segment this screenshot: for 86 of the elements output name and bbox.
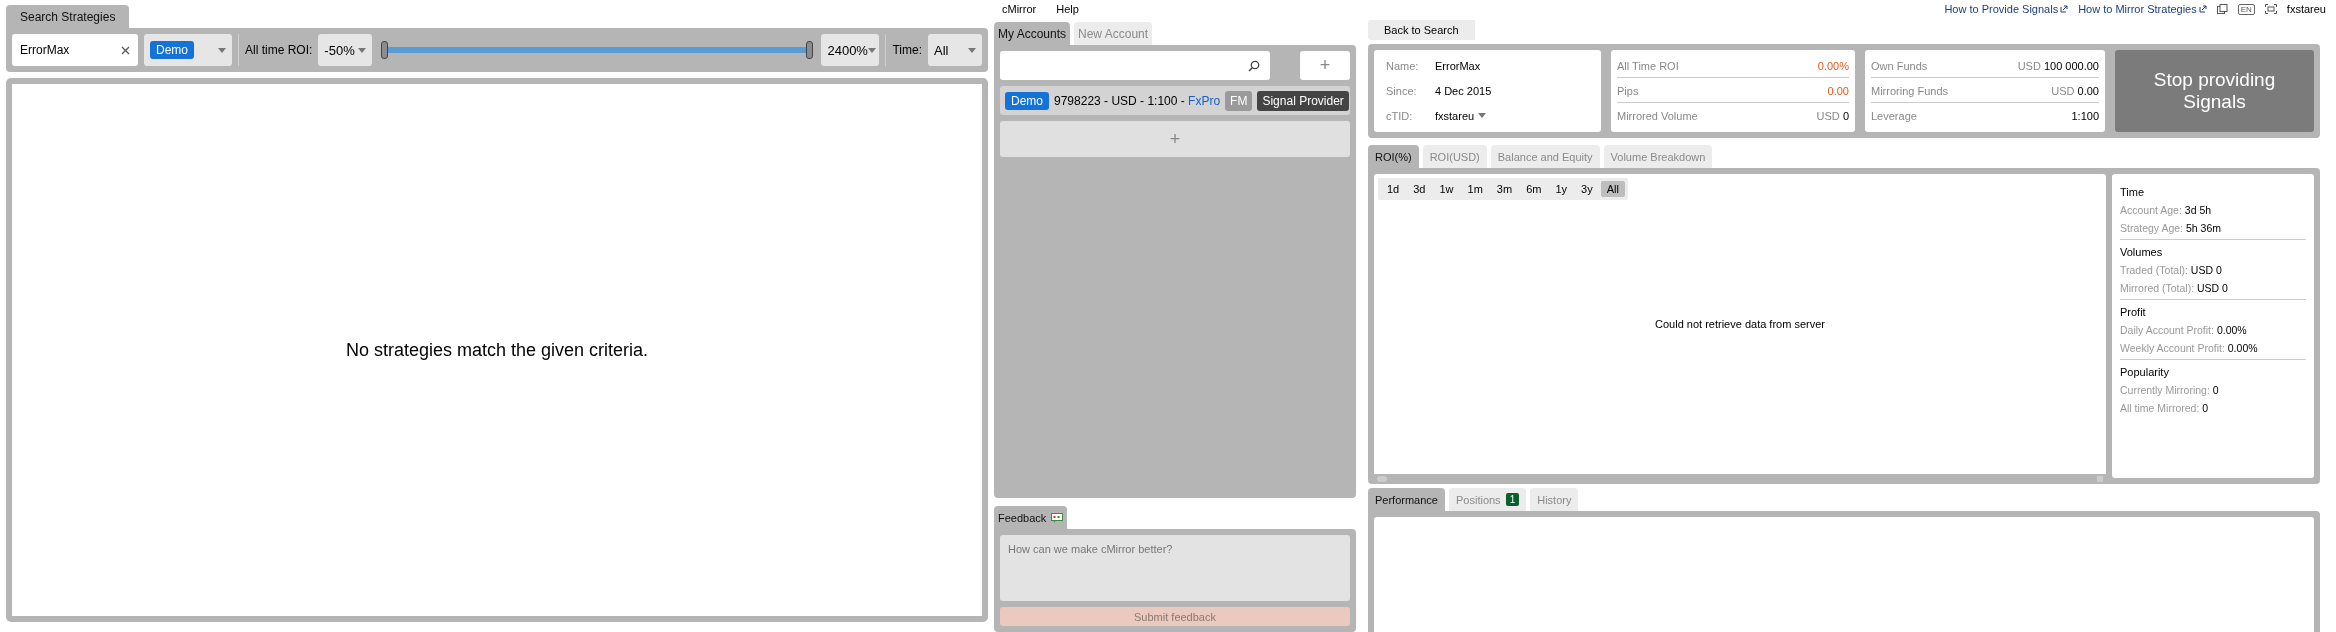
caret-icon	[968, 47, 976, 53]
bottom-tab[interactable]: Positions 1	[1449, 488, 1527, 511]
stat-value: USD 0.00	[2051, 85, 2099, 97]
stat-value: 0.00%	[1817, 60, 1849, 72]
profile-value[interactable]: fxstareu	[1435, 109, 1487, 122]
caret-icon	[867, 47, 876, 53]
search-icon	[1248, 59, 1260, 72]
account-row[interactable]: Demo 9798223 - USD - 1:100 - FxPro FM Signal Provider	[1000, 86, 1350, 115]
range-button[interactable]: 3m	[1490, 181, 1519, 197]
stop-signals-button[interactable]: Stop providing Signals	[2115, 50, 2314, 132]
feedback-field[interactable]: How can we make cMirror better?	[1000, 535, 1350, 602]
count-badge: 1	[1505, 493, 1520, 506]
clear-icon[interactable]	[121, 45, 130, 55]
profile-value: ErrorMax	[1435, 60, 1481, 73]
accounts-tab[interactable]: My Accounts	[994, 22, 1071, 45]
summary-row-text: Traded (Total): USD 0	[2120, 264, 2223, 276]
demo-badge: Demo	[1005, 91, 1049, 110]
search-field[interactable]: ErrorMax	[12, 34, 138, 66]
stat-label: All Time ROI	[1617, 60, 1679, 72]
stat-label: Own Funds	[1871, 60, 1928, 72]
caret-icon	[218, 47, 226, 53]
roi-label: All time ROI:	[245, 43, 313, 57]
feedback-tab[interactable]: Feedback	[994, 506, 1068, 529]
summary-row-text: Mirrored (Total): USD 0	[2120, 282, 2229, 294]
time-dropdown[interactable]: All	[928, 34, 982, 66]
stat-value: USD 100 000.00	[2017, 60, 2099, 72]
summary-row-text: All time Mirrored: 0	[2120, 402, 2210, 414]
add-button[interactable]: +	[1300, 51, 1350, 80]
roi-min-dropdown[interactable]: -50%	[318, 34, 373, 66]
chat-icon	[1051, 512, 1064, 523]
stat-label: Mirroring Funds	[1871, 85, 1949, 97]
help-link[interactable]: How to Mirror Strategies	[2078, 3, 2207, 15]
stat-label: Mirrored Volume	[1617, 110, 1698, 122]
stat-value: 0.00	[1827, 85, 1849, 97]
range-button[interactable]: 1m	[1461, 181, 1489, 197]
time-label: Time:	[892, 43, 922, 57]
menu-item[interactable]: cMirror	[1002, 3, 1037, 15]
section-title: Time	[2120, 186, 2146, 198]
range-button[interactable]: 1w	[1433, 181, 1460, 197]
stat-label: Leverage	[1871, 110, 1917, 122]
summary-row-text: Strategy Age: 5h 36m	[2120, 222, 2222, 234]
chart-message: Could not retrieve data from server	[1655, 318, 1825, 330]
profile-label: Name:	[1386, 60, 1420, 73]
roi-max-dropdown[interactable]: 2400%	[821, 34, 880, 66]
external-link-icon	[2198, 5, 2207, 13]
slider-thumb[interactable]	[806, 41, 814, 59]
caret-icon	[1478, 113, 1487, 119]
stat-value: USD 0	[1816, 110, 1849, 122]
range-button[interactable]: 6m	[1520, 181, 1548, 197]
empty-message: No strategies match the given criteria.	[345, 339, 649, 361]
account-tag: Signal Provider	[1257, 90, 1349, 111]
help-link[interactable]: How to Provide Signals	[1944, 3, 2069, 15]
external-link-icon	[2060, 5, 2069, 13]
range-button[interactable]: All	[1600, 181, 1625, 197]
search-strategies-tab[interactable]: Search Strategies	[6, 5, 130, 28]
section-title: Volumes	[2120, 246, 2164, 258]
range-button[interactable]: 1d	[1381, 181, 1406, 197]
windows-icon[interactable]	[2216, 4, 2228, 14]
profile-value: 4 Dec 2015	[1435, 85, 1492, 97]
summary-row-text: Weekly Account Profit: 0.00%	[2120, 342, 2259, 354]
section-title: Profit	[2120, 306, 2147, 318]
account-search-field[interactable]	[1000, 51, 1270, 80]
language-button[interactable]: EN	[2237, 3, 2255, 15]
summary-row-text: Currently Mirroring: 0	[2120, 384, 2220, 396]
profile-label: Since:	[1386, 85, 1418, 97]
roi-slider[interactable]	[384, 39, 810, 61]
summary-row-text: Daily Account Profit: 0.00%	[2120, 324, 2248, 336]
back-button[interactable]: Back to Search	[1368, 20, 1475, 40]
range-button[interactable]: 3y	[1575, 181, 1599, 197]
chart-tab[interactable]: ROI(%)	[1368, 145, 1419, 168]
range-button[interactable]: 3d	[1407, 181, 1432, 197]
stat-label: Pips	[1617, 85, 1639, 97]
fullscreen-icon[interactable]	[2264, 4, 2277, 14]
summary-row-text: Account Age: 3d 5h	[2120, 204, 2213, 216]
account-type-dropdown[interactable]: Demo	[144, 34, 232, 66]
menu-item[interactable]: Help	[1056, 3, 1079, 15]
account-tag: FM	[1225, 90, 1253, 111]
stat-value: 1:100	[2071, 110, 2099, 122]
account-text: 9798223 - USD - 1:100 - FxPro	[1054, 93, 1221, 108]
user-name[interactable]: fxstareu	[2286, 3, 2326, 15]
range-button[interactable]: 1y	[1549, 181, 1574, 197]
section-title: Popularity	[2120, 366, 2170, 378]
profile-label: cTID:	[1386, 109, 1414, 122]
caret-icon	[358, 47, 367, 53]
bottom-tab[interactable]: Performance	[1368, 488, 1445, 511]
slider-thumb[interactable]	[381, 41, 389, 59]
